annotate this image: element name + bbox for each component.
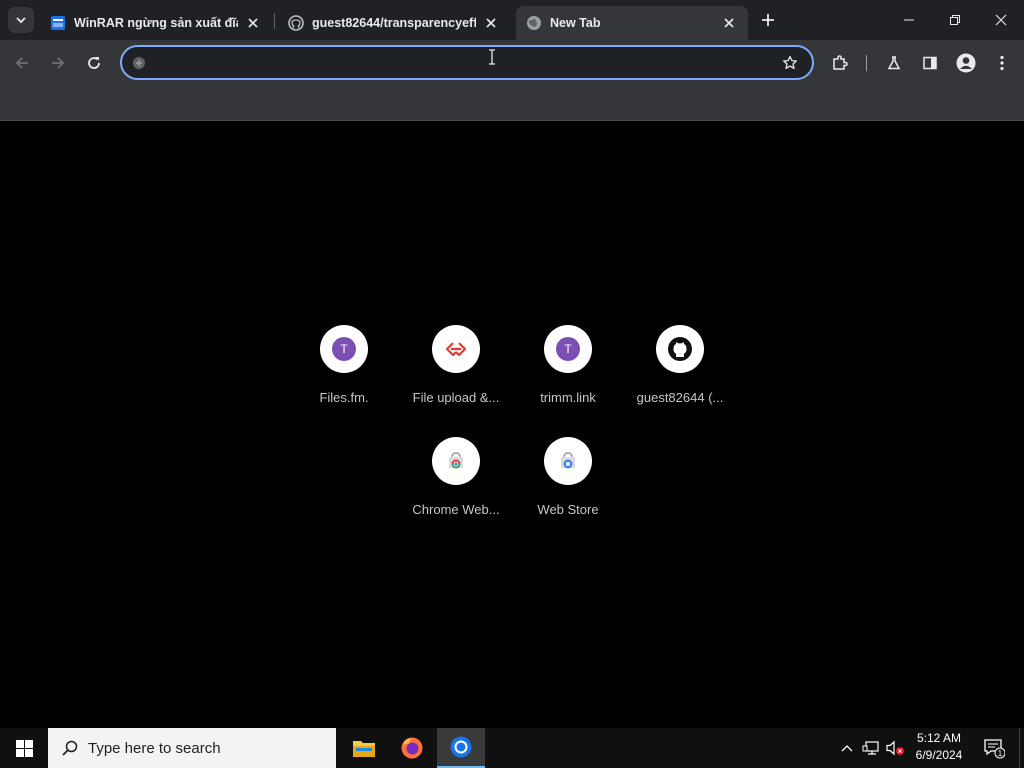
google-g-icon — [130, 54, 148, 72]
profile-button[interactable] — [952, 49, 980, 77]
web-store-icon — [561, 452, 575, 469]
address-bar[interactable] — [120, 45, 814, 80]
volume-muted-icon — [886, 740, 904, 756]
close-icon — [995, 14, 1007, 26]
chevron-down-icon — [16, 17, 26, 24]
shortcut-label: Chrome Web... — [412, 502, 500, 517]
shortcut-tile — [432, 325, 480, 373]
taskbar-search[interactable]: Type here to search — [48, 728, 336, 768]
back-button[interactable] — [8, 49, 36, 77]
letter-avatar: T — [556, 337, 580, 361]
shortcut-tile: T — [544, 325, 592, 373]
taskbar-chrome[interactable] — [437, 728, 485, 768]
github-icon — [668, 337, 692, 361]
plus-icon — [762, 14, 774, 26]
bookmark-star-icon[interactable] — [780, 53, 800, 73]
network-icon — [862, 741, 879, 755]
volume-tray-button[interactable] — [884, 728, 906, 768]
tab-strip: WinRAR ngừng sản xuất đĩa và guest82644/… — [0, 0, 1024, 40]
reload-icon — [88, 57, 100, 69]
taskbar-file-explorer[interactable] — [340, 728, 388, 768]
text-cursor-icon — [489, 49, 495, 65]
kebab-menu-icon — [1000, 55, 1004, 71]
windows-logo-icon — [15, 739, 33, 757]
restore-icon — [950, 15, 960, 25]
tab-title: WinRAR ngừng sản xuất đĩa và — [74, 16, 238, 30]
tab-title: New Tab — [550, 16, 601, 30]
notification-count: 1 — [998, 749, 1003, 758]
new-tab-page: T Files.fm. File upload &... T trimm.lin… — [0, 121, 1024, 728]
shortcut-tile — [656, 325, 704, 373]
shortcut-tile: T — [320, 325, 368, 373]
chevron-up-icon — [841, 745, 853, 752]
shortcut-label: File upload &... — [412, 390, 500, 405]
start-button[interactable] — [0, 728, 48, 768]
tab-winrar[interactable]: WinRAR ngừng sản xuất đĩa và — [40, 6, 272, 40]
shortcut-chrome-web-store[interactable]: Chrome Web... — [400, 433, 512, 537]
close-window-button[interactable] — [978, 0, 1024, 40]
avatar-icon — [956, 53, 976, 73]
shortcut-file-upload[interactable]: File upload &... — [400, 321, 512, 425]
clock-time: 5:12 AM — [916, 731, 962, 745]
show-hidden-icons-button[interactable] — [836, 728, 858, 768]
search-icon — [60, 738, 80, 758]
tab-title: guest82644/transparencyeffect — [312, 16, 476, 30]
taskbar-clock[interactable]: 5:12 AM 6/9/2024 — [904, 730, 974, 766]
bookmark-bar — [0, 85, 1024, 121]
flask-icon — [887, 56, 901, 70]
shortcut-web-store[interactable]: Web Store — [512, 433, 624, 537]
forward-button[interactable] — [44, 49, 72, 77]
taskbar-firefox[interactable] — [388, 728, 436, 768]
puzzle-icon — [833, 55, 848, 70]
arrow-right-icon — [52, 57, 65, 69]
shortcut-github[interactable]: guest82644 (... — [624, 321, 736, 425]
shortcut-label: trimm.link — [540, 390, 596, 405]
github-icon — [288, 15, 304, 31]
file-explorer-icon — [353, 741, 375, 757]
close-icon[interactable] — [244, 14, 262, 32]
shortcut-label: Files.fm. — [319, 390, 369, 405]
new-tab-button[interactable] — [757, 9, 779, 31]
minimize-icon — [904, 19, 914, 21]
globe-icon — [526, 15, 542, 31]
search-placeholder: Type here to search — [88, 739, 221, 757]
letter-avatar: T — [332, 337, 356, 361]
clock-date: 6/9/2024 — [915, 748, 963, 762]
tab-github[interactable]: guest82644/transparencyeffect — [278, 6, 510, 40]
notification-center-button[interactable]: 1 — [980, 728, 1008, 768]
side-panel-button[interactable] — [916, 49, 944, 77]
notification-icon: 1 — [984, 739, 1005, 759]
address-input[interactable] — [154, 53, 754, 73]
shortcut-trimm-link[interactable]: T trimm.link — [512, 321, 624, 425]
shortcut-tile — [432, 437, 480, 485]
toolbar — [0, 40, 1024, 85]
firefox-icon — [401, 737, 423, 759]
close-icon[interactable] — [482, 14, 500, 32]
extensions-button[interactable] — [826, 49, 854, 77]
chrome-icon — [450, 736, 472, 758]
show-desktop-button[interactable] — [1019, 728, 1024, 768]
labs-button[interactable] — [880, 49, 908, 77]
restore-button[interactable] — [932, 0, 978, 40]
toolbar-divider — [866, 55, 867, 71]
shortcut-label: guest82644 (... — [636, 390, 724, 405]
taskbar: Type here to search 5:12 AM 6/9/2024 1 — [0, 728, 1024, 768]
shortcut-files-fm[interactable]: T Files.fm. — [288, 321, 400, 425]
close-icon[interactable] — [720, 14, 738, 32]
tab-new-tab[interactable]: New Tab — [516, 6, 748, 40]
reload-button[interactable] — [80, 49, 108, 77]
shortcut-tile — [544, 437, 592, 485]
network-tray-button[interactable] — [860, 728, 882, 768]
shortcut-label: Web Store — [537, 502, 599, 517]
chrome-web-store-icon — [449, 452, 463, 469]
tab-separator — [274, 13, 275, 29]
side-panel-icon — [923, 56, 937, 70]
minimize-button[interactable] — [886, 0, 932, 40]
menu-button[interactable] — [988, 49, 1016, 77]
tab-search-button[interactable] — [8, 7, 34, 33]
news-site-icon — [50, 15, 66, 31]
link-logo-icon — [445, 342, 467, 357]
arrow-left-icon — [15, 57, 28, 69]
